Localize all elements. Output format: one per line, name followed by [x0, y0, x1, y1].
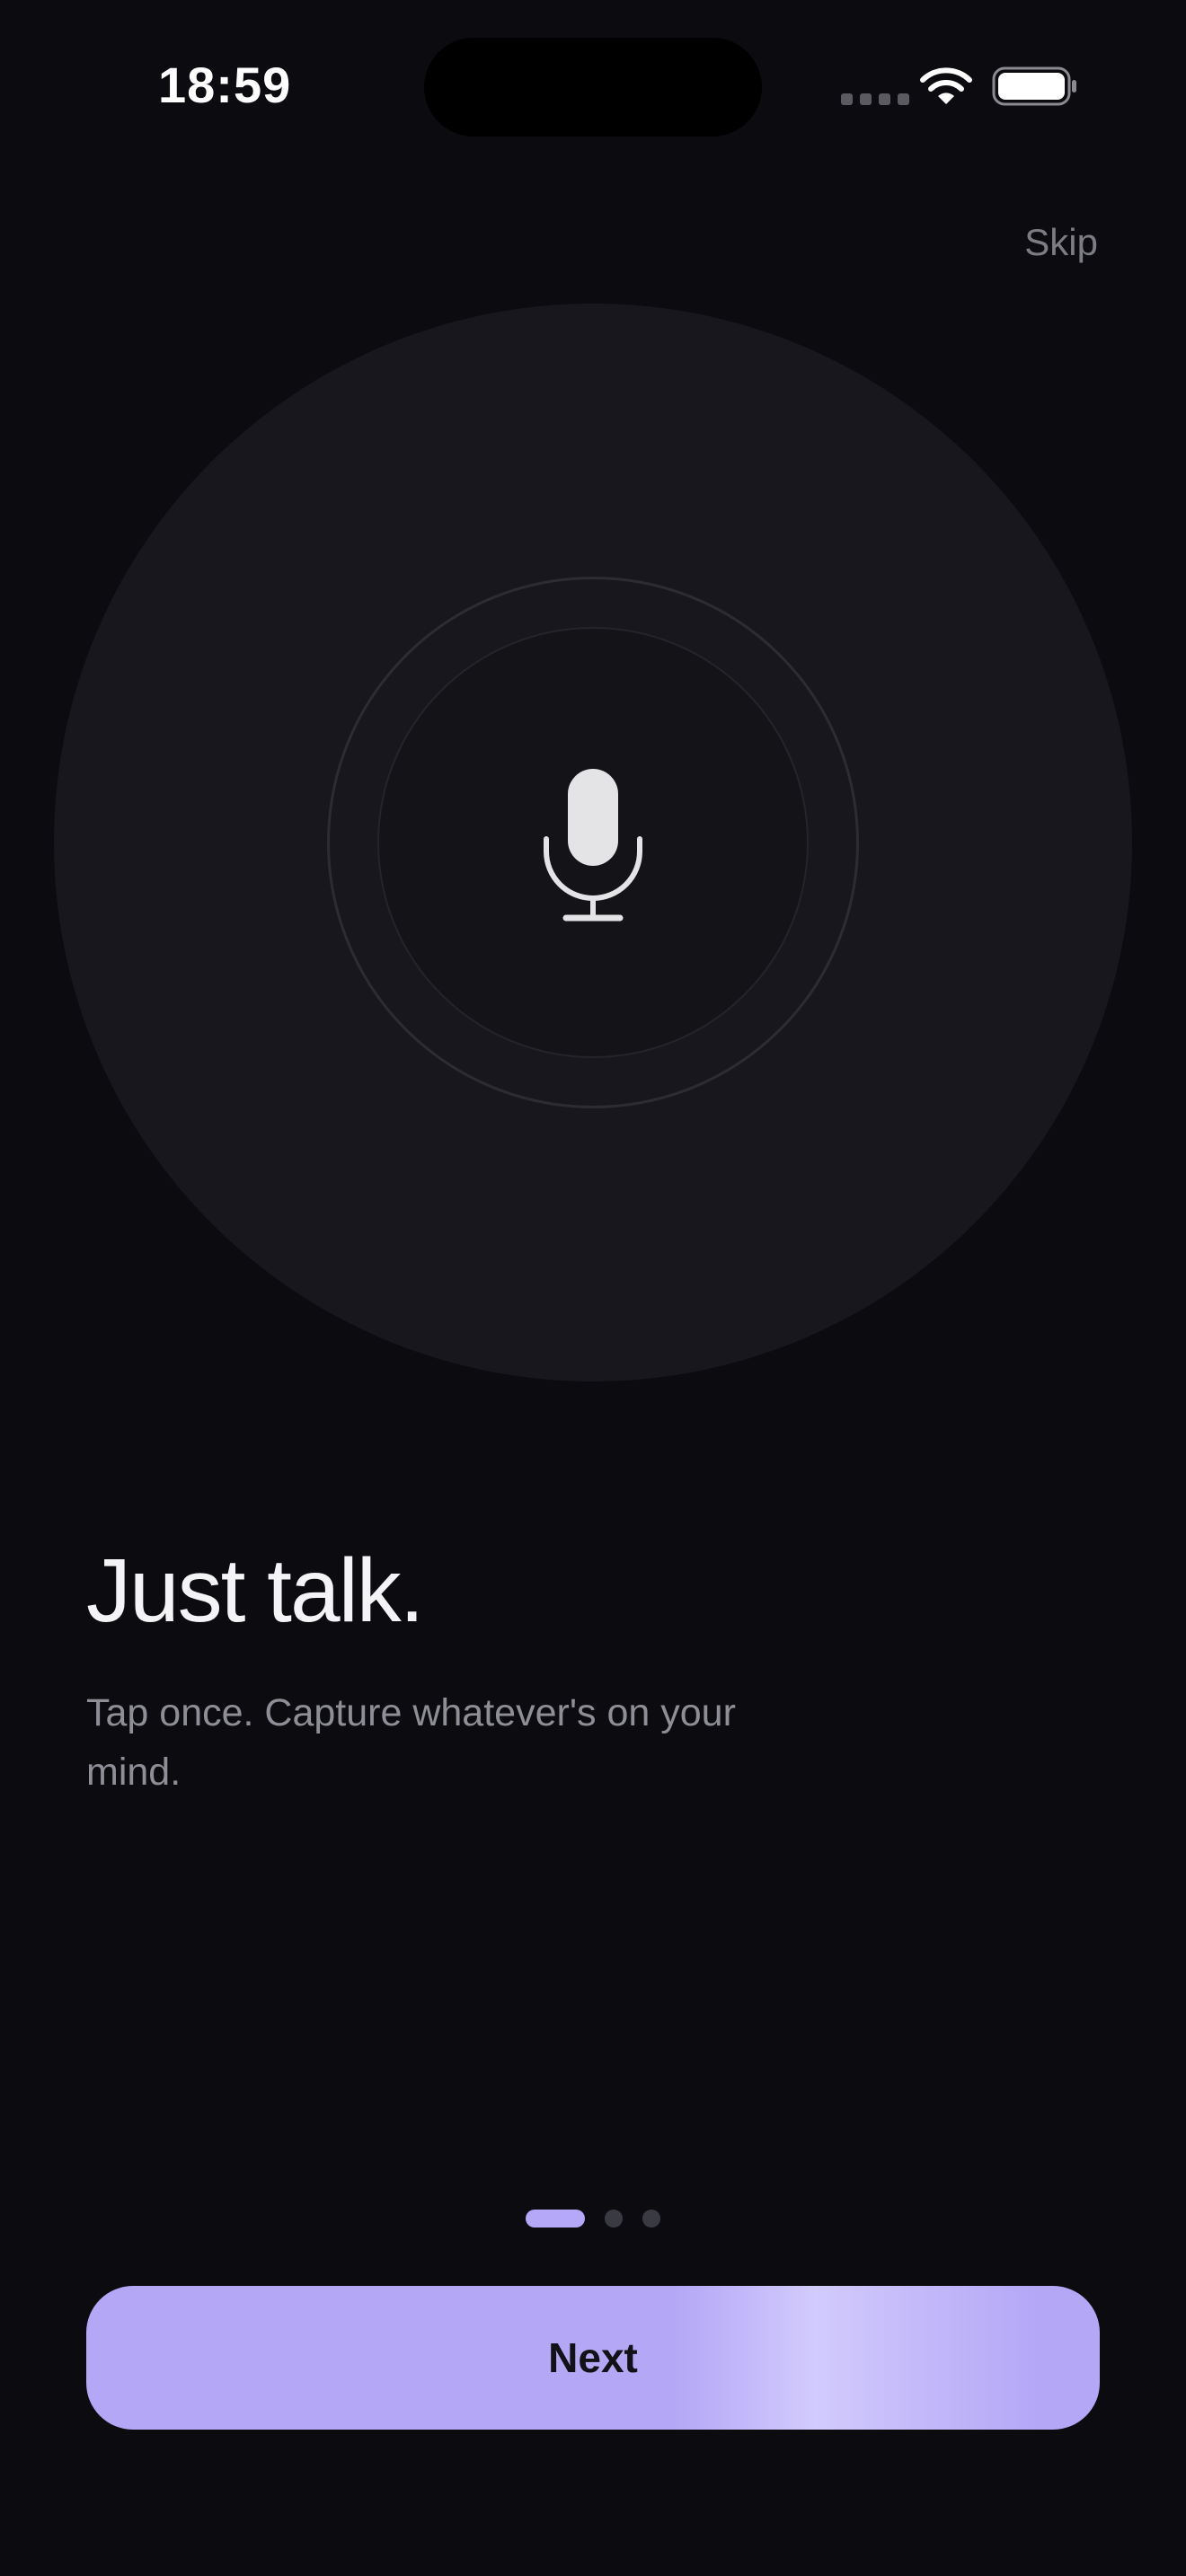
status-time: 18:59	[158, 57, 292, 113]
battery-icon	[992, 66, 1076, 106]
page-title: Just talk.	[86, 1540, 425, 1641]
skip-button[interactable]: Skip	[1024, 221, 1098, 264]
next-button[interactable]: Next	[86, 2286, 1100, 2430]
page-indicator	[0, 2210, 1186, 2228]
page-dot-3[interactable]	[642, 2210, 660, 2228]
dynamic-island	[424, 38, 762, 137]
page-dot-2[interactable]	[605, 2210, 623, 2228]
page-subtitle: Tap once. Capture whatever's on your min…	[86, 1691, 736, 1794]
cellular-signal-icon	[841, 93, 909, 105]
wifi-icon	[920, 67, 972, 104]
page-dot-1[interactable]	[526, 2210, 585, 2228]
microphone-icon	[544, 769, 642, 922]
